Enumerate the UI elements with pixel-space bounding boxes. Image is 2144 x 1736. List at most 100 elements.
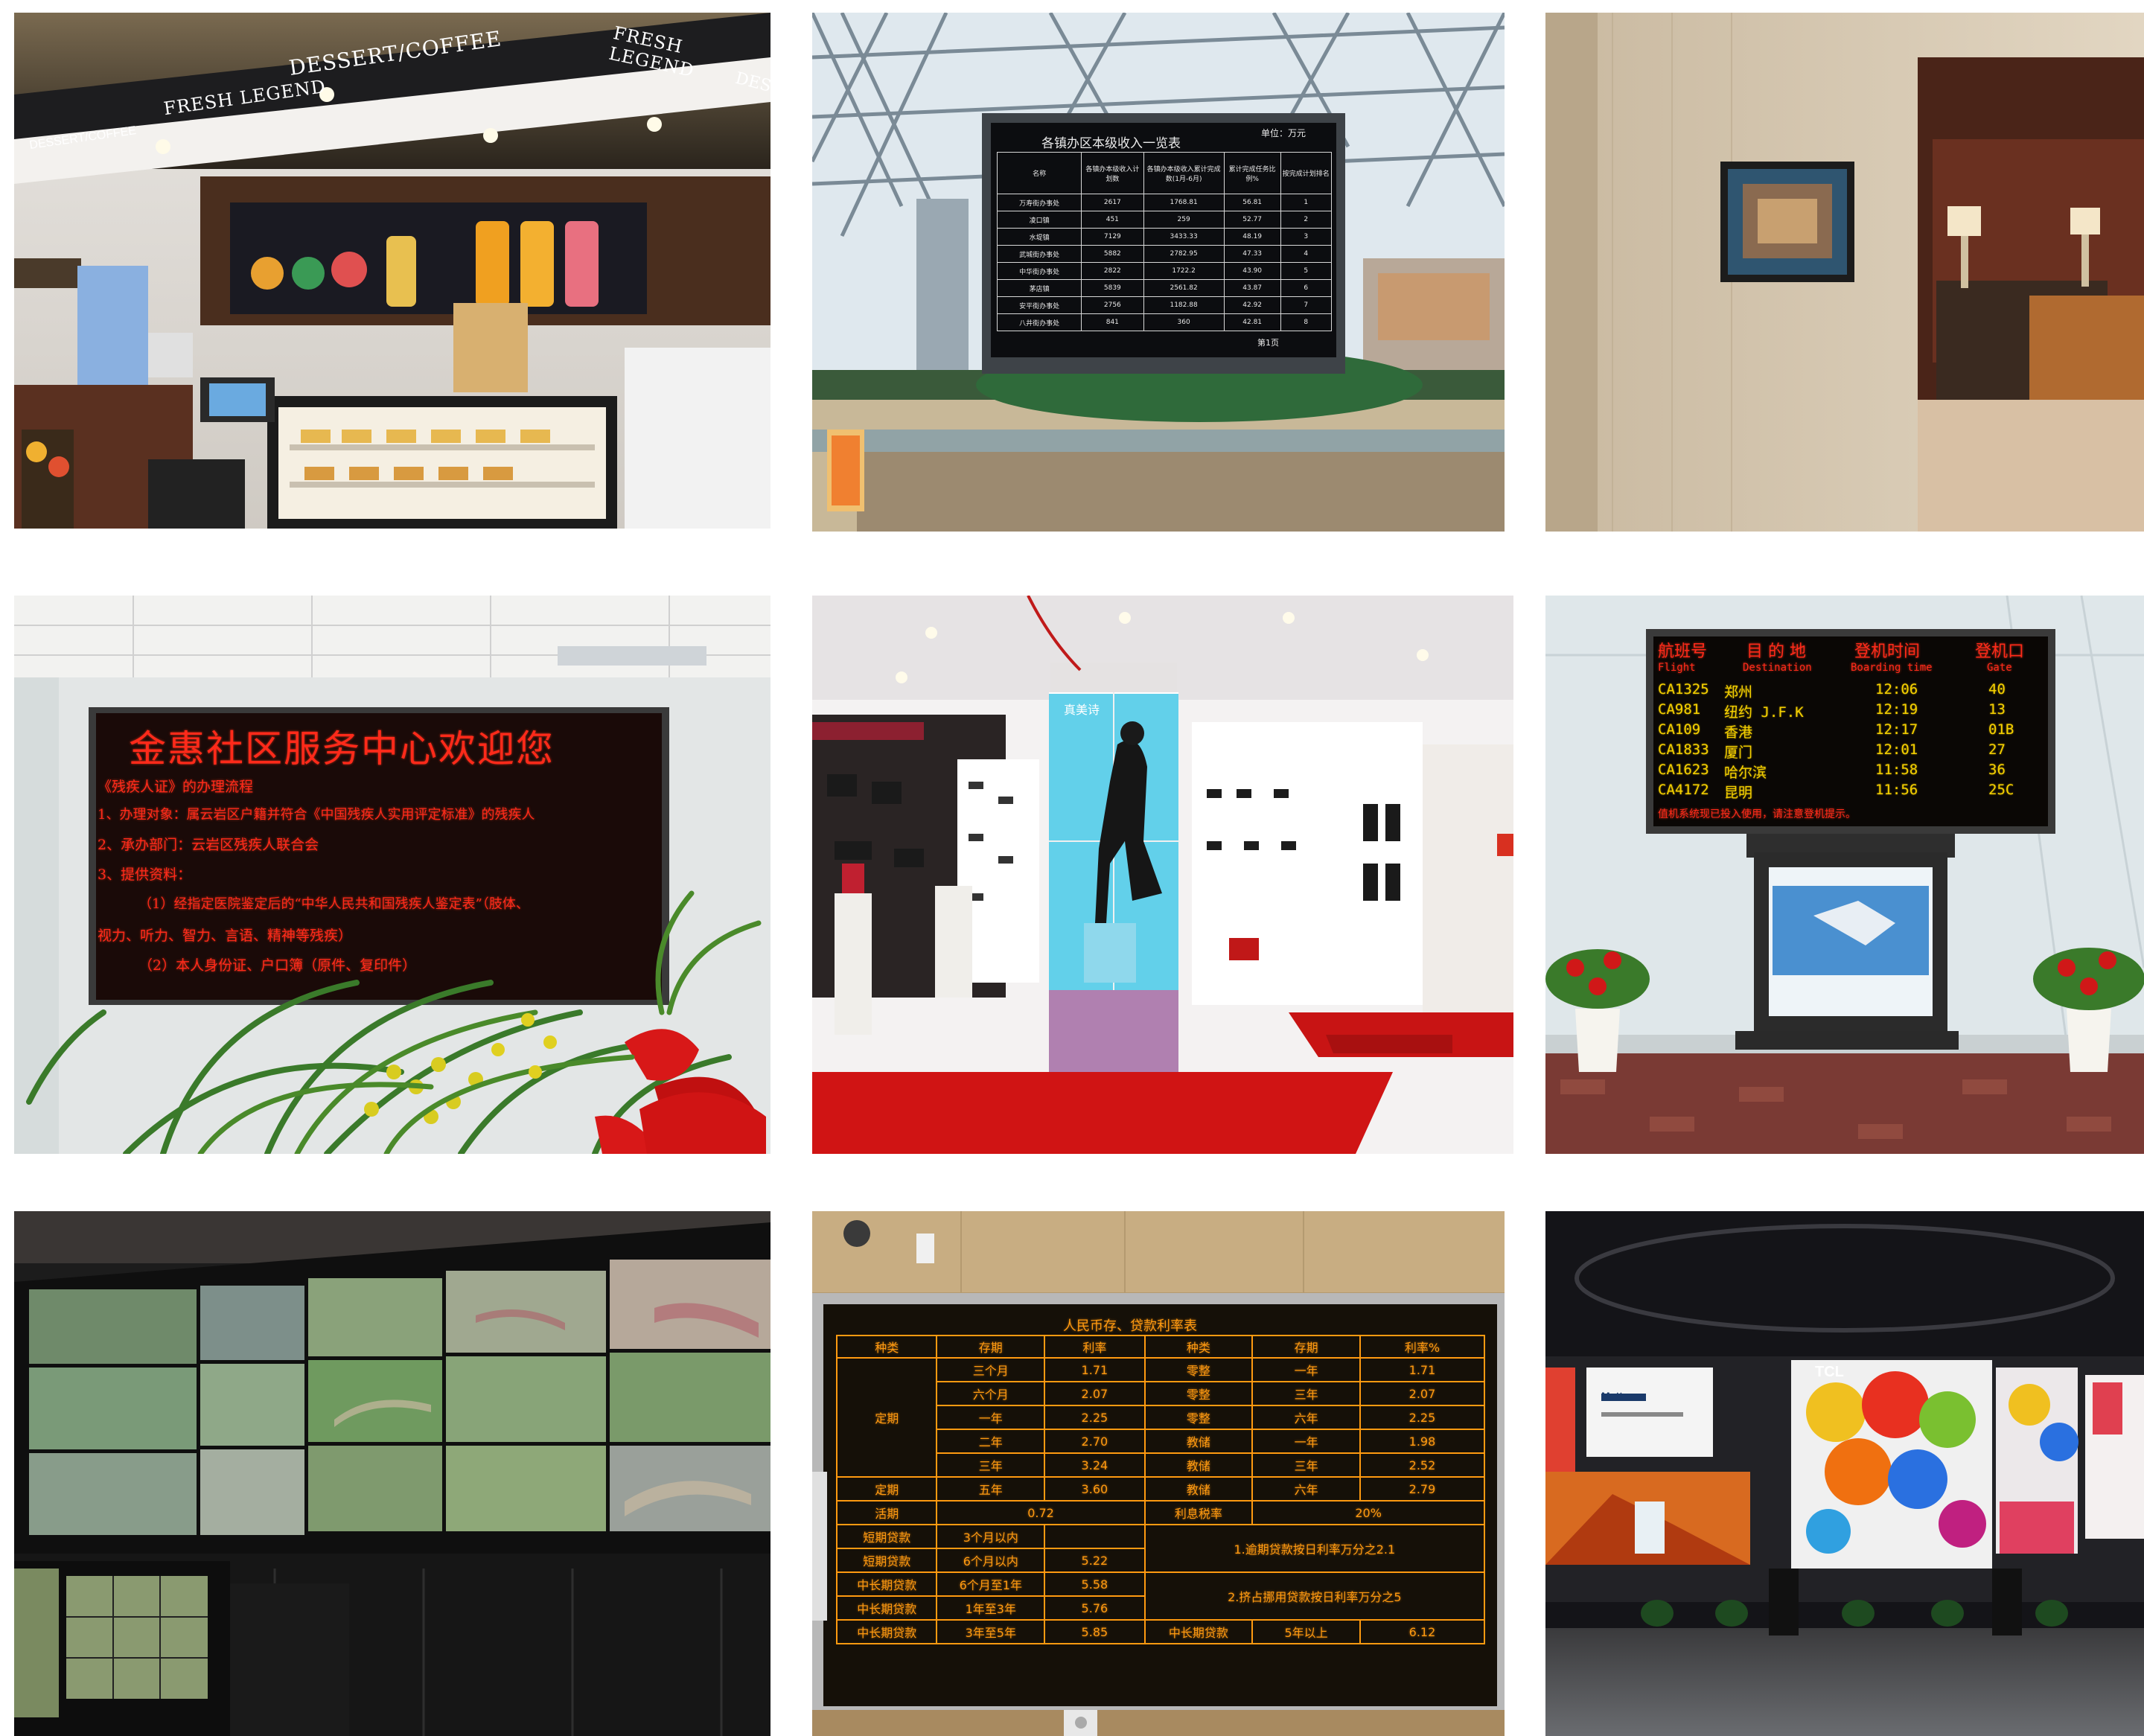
flight-col-boarding-en: Boarding time (1851, 662, 1933, 674)
flight-gate: 13 (1988, 701, 2006, 718)
flight-number: CA109 (1658, 721, 1701, 738)
finance-cell: 凌口镇 (996, 211, 1082, 229)
flight-number: CA4172 (1658, 782, 1709, 798)
flight-col-destination: 目 的 地 (1746, 642, 1806, 661)
rate-cell: 利息税率 (1143, 1500, 1254, 1525)
rate-cell: 零整 (1143, 1405, 1254, 1430)
rate-cell: 三年 (1251, 1381, 1361, 1406)
flight-gate: 36 (1988, 762, 2006, 778)
rate-row: 定期 三个月 1.71 零整 一年 1.71 (836, 1357, 1485, 1478)
finance-row: 八井街办事处 841 360 42.81 8 (996, 313, 1333, 331)
flight-row: CA1325 郑州 12:06 40 (1653, 681, 2048, 701)
finance-cell: 56.81 (1223, 194, 1281, 211)
finance-cell: 451 (1081, 211, 1144, 229)
flight-row: CA981 纽约 J.F.K 12:19 13 (1653, 701, 2048, 721)
rate-cell: 3.60 (1044, 1476, 1146, 1502)
rate-cell: 2.52 (1359, 1452, 1485, 1478)
hotel-lobby-scene (1545, 13, 2144, 532)
rate-cell: 一年 (936, 1405, 1046, 1430)
flight-time: 12:19 (1875, 701, 1918, 718)
rate-cell: 5.85 (1044, 1619, 1146, 1644)
flight-time: 11:58 (1875, 762, 1918, 778)
finance-row: 武城街办事处 5882 2782.95 47.33 4 (996, 245, 1333, 263)
flight-time: 12:06 (1875, 681, 1918, 698)
video-wall-brand-text: TCL (1815, 1364, 1844, 1380)
finance-cell: 3 (1280, 228, 1333, 246)
finance-cell: 5882 (1081, 245, 1144, 263)
finance-cell: 2617 (1081, 194, 1144, 211)
rate-cell: 短期贷款 (836, 1524, 938, 1549)
finance-cell: 43.90 (1223, 262, 1281, 280)
rate-cell: 三年 (1251, 1452, 1361, 1478)
rate-header-cell: 存期 (936, 1335, 1046, 1359)
rate-header-cell: 利率 (1044, 1335, 1146, 1359)
rate-cell: 3.24 (1044, 1452, 1146, 1478)
rate-cell: 三个月 (936, 1357, 1046, 1382)
finance-row: 安平街办事处 2756 1182.88 42.92 7 (996, 296, 1333, 314)
rate-cell: 5年以上 (1251, 1619, 1361, 1644)
flight-col-flight: 航班号 (1658, 642, 1708, 661)
finance-row: 中华街办事处 2822 1722.2 43.90 5 (996, 262, 1333, 280)
finance-cell: 8 (1280, 313, 1333, 331)
rate-cell: 0.72 (936, 1500, 1146, 1525)
rate-title: 人民币存、贷款利率表 (1063, 1318, 1197, 1334)
rate-cell (1044, 1524, 1146, 1549)
flight-destination: 纽约 J.F.K (1724, 704, 1804, 721)
finance-cell: 1 (1280, 194, 1333, 211)
rate-cell: 六个月 (936, 1381, 1046, 1406)
flight-row: CA1833 厦门 12:01 27 (1653, 741, 2048, 761)
flight-gate: 25C (1988, 782, 2014, 798)
flight-row: CA4172 昆明 11:56 25C (1653, 782, 2048, 801)
finance-cell: 360 (1143, 313, 1225, 331)
video-wall-panel-text: Mattress (1601, 1390, 1644, 1402)
finance-cell: 中华街办事处 (996, 262, 1082, 280)
finance-cell: 841 (1081, 313, 1144, 331)
rate-cell: 5.76 (1044, 1595, 1146, 1621)
flight-destination: 厦门 (1724, 744, 1753, 761)
flight-header-cn: 航班号 目 的 地 登机时间 登机口 (1653, 638, 2048, 661)
rate-cell: 教储 (1143, 1476, 1254, 1502)
finance-row: 凌口镇 451 259 52.77 2 (996, 211, 1333, 229)
finance-page-number: 第1页 (1257, 338, 1279, 348)
flight-destination: 郑州 (1724, 684, 1753, 701)
video-wall-scene (1545, 1211, 2144, 1736)
flight-destination: 哈尔滨 (1724, 765, 1767, 781)
rate-cell: 6个月至1年 (936, 1571, 1046, 1597)
flight-footer: 值机系统现已投入使用，请注意登机提示。 (1658, 808, 1856, 820)
finance-cell: 茅店镇 (996, 279, 1082, 297)
finance-table: 名称 各镇办本级收入计划数 各镇办本级收入累计完成数(1月-6月) 累计完成任务… (996, 152, 1333, 331)
rate-header-cell: 种类 (836, 1335, 938, 1359)
finance-cell: 2561.82 (1143, 279, 1225, 297)
photo-bank-rate-board: 人民币存、贷款利率表 种类 存期 利率 种类 存期 利率% 定期 三个月 1.7… (812, 1211, 1505, 1736)
store-poster-text: 真美诗 (1064, 703, 1100, 717)
finance-cell: 2756 (1081, 296, 1144, 314)
rate-cell: 中长期贷款 (836, 1619, 938, 1644)
finance-cell: 2782.95 (1143, 245, 1225, 263)
rate-cell: 六年 (1251, 1476, 1361, 1502)
flight-time: 12:17 (1875, 721, 1918, 738)
rate-cell: 一年 (1251, 1429, 1361, 1454)
finance-cell: 安平街办事处 (996, 296, 1082, 314)
shoe-store-scene (812, 596, 1513, 1154)
rate-note: 2.挤占挪用贷款按日利率万分之5 (1143, 1571, 1485, 1621)
finance-cell: 水堤镇 (996, 228, 1082, 246)
flight-gate: 01B (1988, 721, 2014, 738)
finance-unit: 单位：万元 (1261, 128, 1306, 138)
rate-cell: 活期 (836, 1500, 938, 1525)
finance-cell: 3433.33 (1143, 228, 1225, 246)
flight-header-en: Flight Destination Boarding time Gate (1653, 662, 2048, 677)
flight-col-gate: 登机口 (1975, 642, 2025, 661)
rate-cell: 20% (1251, 1500, 1485, 1525)
finance-title: 各镇办区本级收入一览表 (1041, 136, 1181, 151)
finance-header-cell: 按完成计划排名 (1280, 152, 1333, 194)
coffee-shop-scene (14, 13, 770, 529)
flight-col-flight-en: Flight (1658, 662, 1696, 674)
rate-cell: 短期贷款 (836, 1548, 938, 1573)
flight-col-destination-en: Destination (1743, 662, 1812, 674)
finance-cell: 43.87 (1223, 279, 1281, 297)
flight-destination: 昆明 (1724, 785, 1753, 801)
flight-time: 11:56 (1875, 782, 1918, 798)
finance-cell: 武城街办事处 (996, 245, 1082, 263)
flight-destination: 香港 (1724, 724, 1753, 741)
rate-row: 定期 五年 3.60 教储 六年 2.79 (836, 1476, 1485, 1502)
